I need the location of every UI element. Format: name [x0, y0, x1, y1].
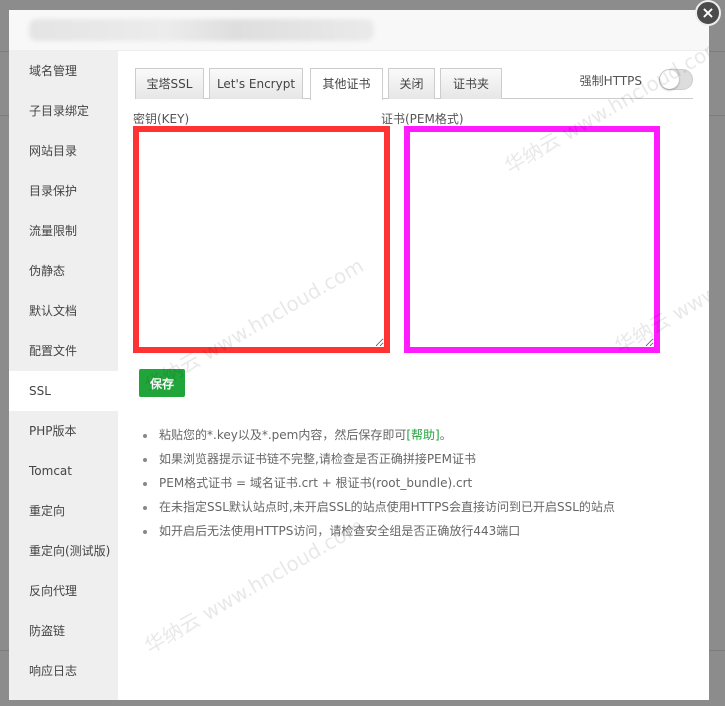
- sidebar-item-php[interactable]: PHP版本: [9, 411, 118, 451]
- tip-item: 如果浏览器提示证书链不完整,请检查是否正确拼接PEM证书: [143, 447, 615, 471]
- ssl-panel: 宝塔SSL Let's Encrypt 其他证书 关闭 证书夹 强制HTTPS …: [133, 51, 693, 700]
- sidebar-item-tomcat[interactable]: Tomcat: [9, 451, 118, 491]
- sidebar-item-hotlink[interactable]: 防盗链: [9, 611, 118, 651]
- sidebar-item-subdir[interactable]: 子目录绑定: [9, 91, 118, 131]
- blurred-title: [29, 19, 374, 41]
- tab-bt-ssl[interactable]: 宝塔SSL: [135, 68, 204, 99]
- sidebar-item-domain[interactable]: 域名管理: [9, 51, 118, 91]
- tab-lets-encrypt[interactable]: Let's Encrypt: [209, 68, 303, 99]
- help-link[interactable]: [帮助]: [406, 428, 439, 442]
- tip-text: 粘贴您的*.key以及*.pem内容，然后保存即可: [159, 428, 407, 442]
- sidebar-item-redirect-beta[interactable]: 重定向(测试版): [9, 531, 118, 571]
- tip-text-end: 。: [439, 428, 452, 442]
- sidebar-item-reverse-proxy[interactable]: 反向代理: [9, 571, 118, 611]
- sidebar-item-rewrite[interactable]: 伪静态: [9, 251, 118, 291]
- sidebar-item-response-log[interactable]: 响应日志: [9, 651, 118, 691]
- sidebar-item-site-dir[interactable]: 网站目录: [9, 131, 118, 171]
- force-https-toggle[interactable]: [659, 69, 693, 90]
- save-button[interactable]: 保存: [139, 369, 185, 397]
- force-https-label: 强制HTTPS: [579, 74, 642, 88]
- tab-other-cert[interactable]: 其他证书: [310, 68, 383, 100]
- tip-item: 如开启后无法使用HTTPS访问，请检查安全组是否正确放行443端口: [143, 519, 615, 543]
- tip-item: 粘贴您的*.key以及*.pem内容，然后保存即可[帮助]。: [143, 423, 615, 447]
- tab-close[interactable]: 关闭: [388, 68, 435, 99]
- site-settings-modal: 域名管理 子目录绑定 网站目录 目录保护 流量限制 伪静态 默认文档 配置文件 …: [9, 10, 709, 700]
- sidebar-item-config[interactable]: 配置文件: [9, 331, 118, 371]
- tip-item: PEM格式证书 = 域名证书.crt + 根证书(root_bundle).cr…: [143, 471, 615, 495]
- sidebar-item-traffic-limit[interactable]: 流量限制: [9, 211, 118, 251]
- cert-textarea[interactable]: [404, 126, 660, 353]
- sidebar-item-default-doc[interactable]: 默认文档: [9, 291, 118, 331]
- sidebar-item-redirect[interactable]: 重定向: [9, 491, 118, 531]
- close-icon[interactable]: ×: [695, 0, 721, 26]
- sidebar-item-dir-protect[interactable]: 目录保护: [9, 171, 118, 211]
- key-label: 密钥(KEY): [133, 112, 190, 126]
- key-textarea[interactable]: [133, 126, 390, 353]
- tab-cert-folder[interactable]: 证书夹: [440, 68, 502, 99]
- modal-title-bar: [9, 10, 709, 51]
- tip-item: 在未指定SSL默认站点时,未开启SSL的站点使用HTTPS会直接访问到已开启SS…: [143, 495, 615, 519]
- sidebar: 域名管理 子目录绑定 网站目录 目录保护 流量限制 伪静态 默认文档 配置文件 …: [9, 51, 118, 700]
- tips-list: 粘贴您的*.key以及*.pem内容，然后保存即可[帮助]。 如果浏览器提示证书…: [143, 423, 615, 543]
- cert-label: 证书(PEM格式): [381, 112, 464, 126]
- sidebar-item-ssl[interactable]: SSL: [9, 371, 118, 411]
